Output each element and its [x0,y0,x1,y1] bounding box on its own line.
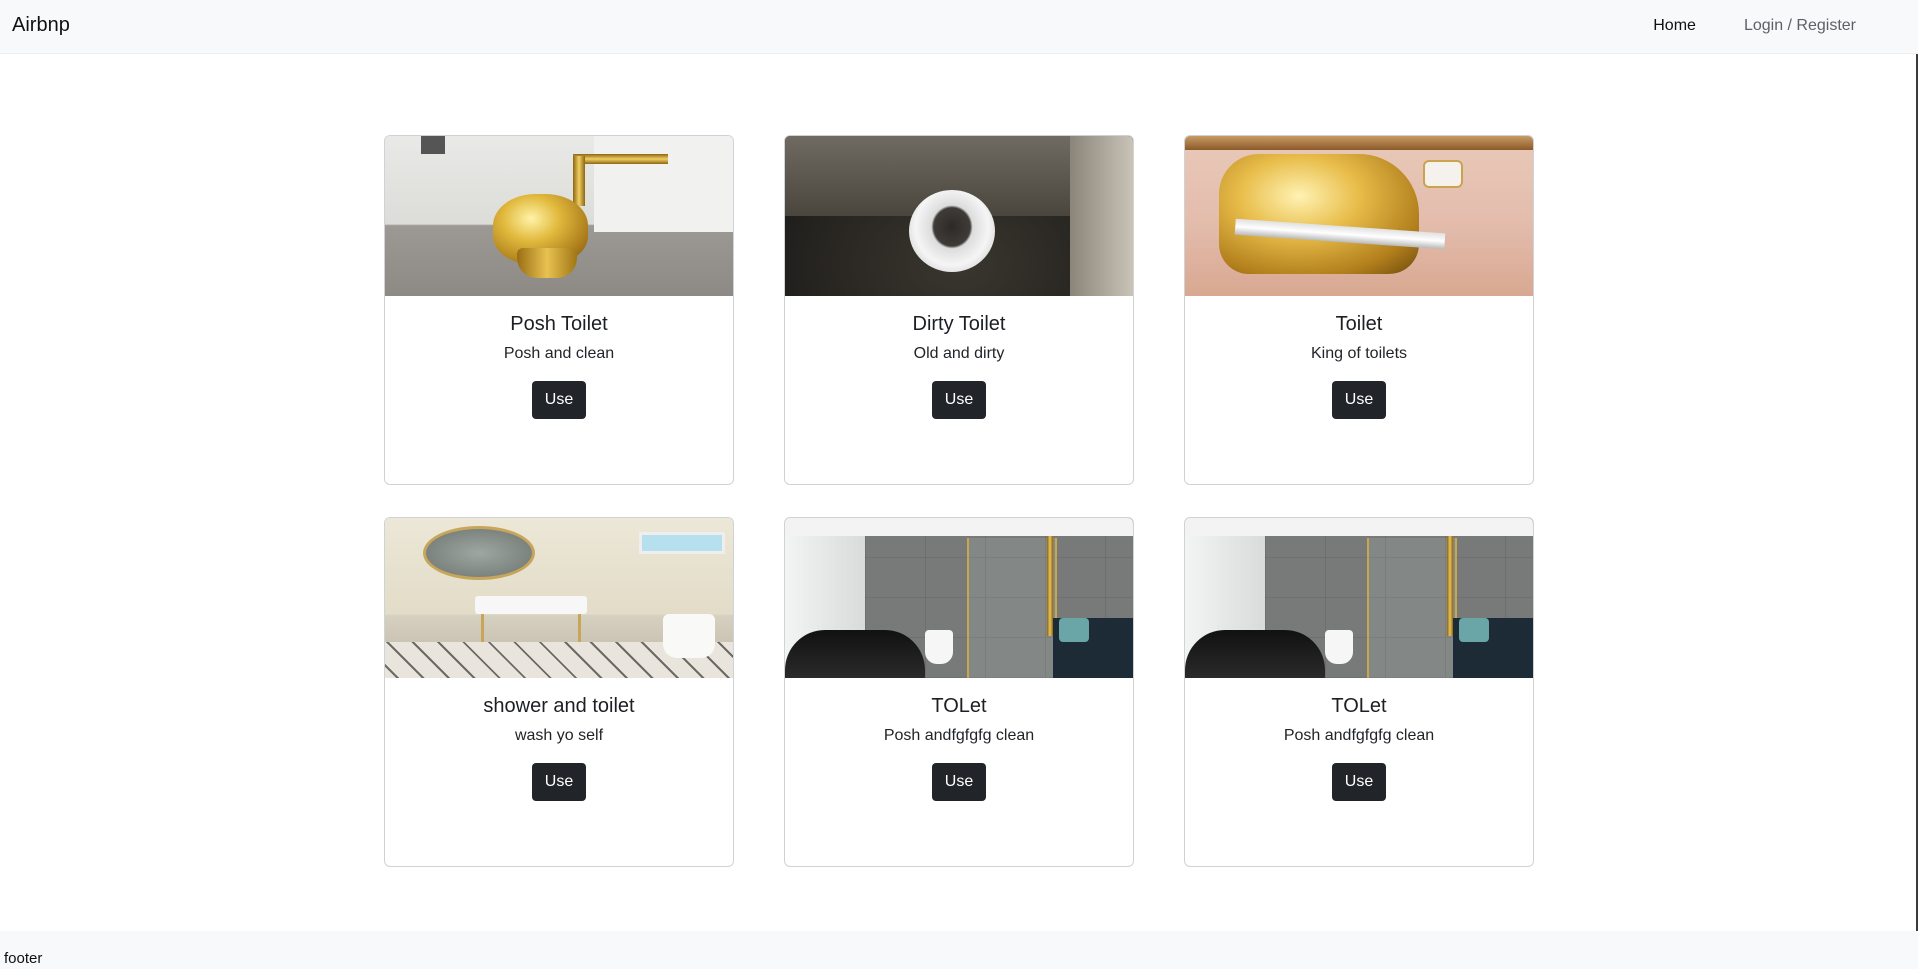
toilet-card: TOLet Posh andfgfgfg clean Use [1184,517,1534,867]
dirty-toilet-image [785,136,1133,296]
navbar: Airbnp Home Login / Register [0,0,1918,54]
footer: footer [0,931,1918,969]
card-description: Posh andfgfgfg clean [1283,727,1435,744]
use-button[interactable]: Use [932,381,986,419]
card-title: Posh Toilet [510,313,608,335]
bathroom-image [385,518,733,678]
nav-links: Home Login / Register [1615,17,1866,35]
toilet-card-grid: Posh Toilet Posh and clean Use Dirty Toi… [384,135,1534,867]
card-title: Toilet [1335,313,1383,335]
gold-toilet-image [385,136,733,296]
modern-bathroom-image [785,518,1133,678]
card-image [1185,518,1533,678]
use-button[interactable]: Use [532,381,586,419]
modern-bathroom-image [1185,518,1533,678]
nav-link-home[interactable]: Home [1643,17,1706,35]
card-image [385,136,733,296]
card-image [385,518,733,678]
page: Airbnp Home Login / Register Posh Toilet… [0,0,1918,969]
card-description: wash yo self [514,727,604,744]
brand-logo[interactable]: Airbnp [12,14,70,37]
toilet-card: TOLet Posh andfgfgfg clean Use [784,517,1134,867]
card-title: TOLet [1331,695,1387,717]
card-title: TOLet [931,695,987,717]
card-description: Posh and clean [503,345,615,362]
use-button[interactable]: Use [1332,381,1386,419]
card-description: Posh andfgfgfg clean [883,727,1035,744]
card-image [785,136,1133,296]
ornate-gold-toilet-image [1185,136,1533,296]
nav-link-login-register[interactable]: Login / Register [1734,17,1866,35]
card-image [785,518,1133,678]
use-button[interactable]: Use [1332,763,1386,801]
toilet-card: shower and toilet wash yo self Use [384,517,734,867]
use-button[interactable]: Use [532,763,586,801]
card-title: shower and toilet [483,695,635,717]
footer-text: footer [4,950,43,967]
use-button[interactable]: Use [932,763,986,801]
toilet-card: Toilet King of toilets Use [1184,135,1534,485]
card-title: Dirty Toilet [912,313,1006,335]
card-description: King of toilets [1310,345,1408,362]
toilet-card: Dirty Toilet Old and dirty Use [784,135,1134,485]
toilet-card: Posh Toilet Posh and clean Use [384,135,734,485]
card-image [1185,136,1533,296]
card-description: Old and dirty [913,345,1005,362]
